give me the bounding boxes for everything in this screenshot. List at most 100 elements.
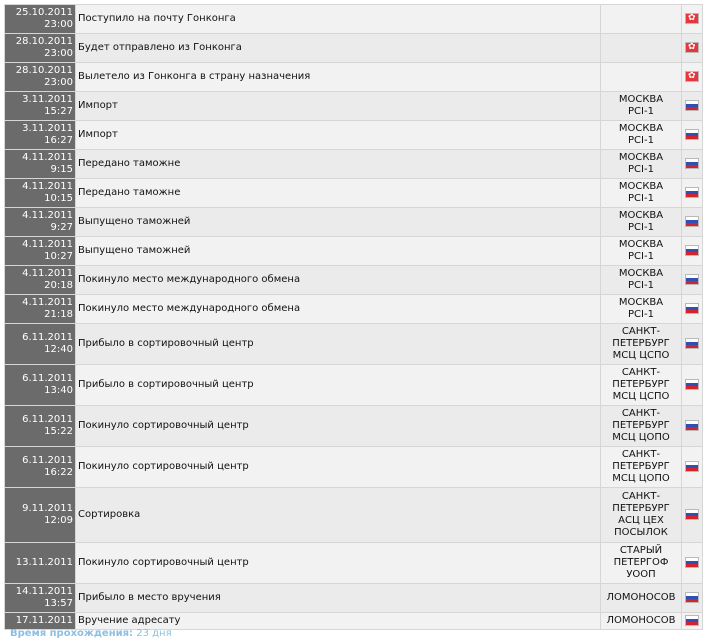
- event-time: 21:18: [44, 309, 73, 320]
- event-status: Выпущено таможней: [76, 208, 600, 236]
- event-status: Прибыло в сортировочный центр: [76, 365, 600, 405]
- event-date: 3.11.2011: [22, 123, 73, 134]
- event-status: Покинуло сортировочный центр: [76, 543, 600, 583]
- event-location: МОСКВА PCI-1: [601, 237, 681, 265]
- event-datetime: 25.10.2011 23:00: [5, 5, 75, 33]
- event-date: 6.11.2011: [22, 455, 73, 466]
- event-location-line: PCI-1: [628, 135, 654, 146]
- tracking-row: 6.11.2011 16:22 Покинуло сортировочный цен…: [5, 447, 702, 487]
- ru-flag-icon: [685, 99, 699, 111]
- country-flag: [682, 5, 702, 33]
- event-time: 23:00: [44, 19, 73, 30]
- event-datetime: 17.11.2011: [5, 613, 75, 629]
- event-date: 6.11.2011: [22, 414, 73, 425]
- event-location-line: ПЕТЕРБУРГ: [612, 503, 670, 514]
- event-datetime: 4.11.2011 20:18: [5, 266, 75, 294]
- transit-time: Время прохождения: 23 дня: [10, 628, 172, 639]
- event-date: 17.11.2011: [15, 615, 73, 626]
- event-time: 16:27: [44, 135, 73, 146]
- event-location-line: МСЦ ЦОПО: [612, 432, 670, 443]
- event-location: ЛОМОНОСОВ: [601, 584, 681, 612]
- event-location-line: МОСКВА: [618, 152, 664, 163]
- event-location: МОСКВА PCI-1: [601, 266, 681, 294]
- tracking-row: 4.11.2011 9:15 Передано таможне МОСКВА PCI-1: [5, 150, 702, 178]
- tracking-row: 6.11.2011 12:40 Прибыло в сортировочный це…: [5, 324, 702, 364]
- event-time: 10:27: [44, 251, 73, 262]
- ru-flag-icon: [685, 591, 699, 603]
- tracking-row: 28.10.2011 23:00 Будет отправлено из Гонко…: [5, 34, 702, 62]
- hk-flag-icon: [685, 70, 699, 82]
- event-datetime: 6.11.2011 16:22: [5, 447, 75, 487]
- ru-flag-icon: [685, 157, 699, 169]
- event-status: Передано таможне: [76, 179, 600, 207]
- event-date: 9.11.2011: [22, 503, 73, 514]
- tracking-row: 4.11.2011 9:27 Выпущено таможней МОСКВА PCI-…: [5, 208, 702, 236]
- event-datetime: 6.11.2011 12:40: [5, 324, 75, 364]
- country-flag: [682, 150, 702, 178]
- event-time: 12:09: [44, 515, 73, 526]
- event-location: МОСКВА PCI-1: [601, 150, 681, 178]
- event-date: 25.10.2011: [15, 7, 73, 18]
- event-location: САНКТ- ПЕТЕРБУРГ МСЦ ЦСПО: [601, 365, 681, 405]
- event-location-line: ПОСЫЛОК: [614, 527, 668, 538]
- event-datetime: 28.10.2011 23:00: [5, 34, 75, 62]
- tracking-row: 28.10.2011 23:00 Вылетело из Гонконга в ст…: [5, 63, 702, 91]
- event-location: ЛОМОНОСОВ: [601, 613, 681, 629]
- event-date: 4.11.2011: [22, 268, 73, 279]
- event-status: Импорт: [76, 92, 600, 120]
- event-location: САНКТ- ПЕТЕРБУРГ МСЦ ЦОПО: [601, 447, 681, 487]
- event-status: Передано таможне: [76, 150, 600, 178]
- event-location-line: ПЕТЕРБУРГ: [612, 379, 670, 390]
- tracking-row: 14.11.2011 13:57 Прибыло в место вручения Л…: [5, 584, 702, 612]
- country-flag: [682, 488, 702, 542]
- event-location-line: ЛОМОНОСОВ: [606, 592, 676, 603]
- event-datetime: 4.11.2011 21:18: [5, 295, 75, 323]
- event-status: Будет отправлено из Гонконга: [76, 34, 600, 62]
- country-flag: [682, 266, 702, 294]
- event-location-line: МОСКВА: [618, 94, 664, 105]
- event-time: 12:40: [44, 344, 73, 355]
- event-location-line: PCI-1: [628, 106, 654, 117]
- event-datetime: 3.11.2011 16:27: [5, 121, 75, 149]
- event-datetime: 4.11.2011 10:27: [5, 237, 75, 265]
- event-date: 4.11.2011: [22, 210, 73, 221]
- event-location: [601, 34, 681, 62]
- event-location-line: МСЦ ЦОПО: [612, 473, 670, 484]
- event-location: МОСКВА PCI-1: [601, 92, 681, 120]
- tracking-row: 17.11.2011 Вручение адресату ЛОМОНОСОВ: [5, 613, 702, 629]
- event-time: 20:18: [44, 280, 73, 291]
- event-location-line: АСЦ ЦЕХ: [618, 515, 664, 526]
- event-status: Поступило на почту Гонконга: [76, 5, 600, 33]
- event-location: МОСКВА PCI-1: [601, 121, 681, 149]
- event-location-line: МОСКВА: [618, 297, 664, 308]
- country-flag: [682, 295, 702, 323]
- hk-flag-icon: [685, 41, 699, 53]
- event-datetime: 9.11.2011 12:09: [5, 488, 75, 542]
- event-location-line: PCI-1: [628, 222, 654, 233]
- ru-flag-icon: [685, 460, 699, 472]
- tracking-row: 25.10.2011 23:00 Поступило на почту Гонкон…: [5, 5, 702, 33]
- ru-flag-icon: [685, 378, 699, 390]
- country-flag: [682, 179, 702, 207]
- event-status: Покинуло место международного обмена: [76, 266, 600, 294]
- country-flag: [682, 92, 702, 120]
- event-status: Покинуло сортировочный центр: [76, 406, 600, 446]
- event-location-line: МОСКВА: [618, 239, 664, 250]
- event-date: 6.11.2011: [22, 332, 73, 343]
- country-flag: [682, 208, 702, 236]
- event-location-line: МОСКВА: [618, 210, 664, 221]
- event-location-line: ПЕТЕРГОФ: [613, 557, 669, 568]
- event-datetime: 6.11.2011 13:40: [5, 365, 75, 405]
- event-location: СТАРЫЙ ПЕТЕРГОФ УООП: [601, 543, 681, 583]
- ru-flag-icon: [685, 273, 699, 285]
- event-location-line: САНКТ-: [621, 449, 661, 460]
- country-flag: [682, 613, 702, 629]
- country-flag: [682, 237, 702, 265]
- tracking-history-table: 25.10.2011 23:00 Поступило на почту Гонкон…: [4, 4, 703, 630]
- ru-flag-icon: [685, 244, 699, 256]
- event-date: 4.11.2011: [22, 239, 73, 250]
- event-location: [601, 63, 681, 91]
- tracking-row: 4.11.2011 10:15 Передано таможне МОСКВА PCI-…: [5, 179, 702, 207]
- event-date: 28.10.2011: [15, 65, 73, 76]
- event-time: 15:27: [44, 106, 73, 117]
